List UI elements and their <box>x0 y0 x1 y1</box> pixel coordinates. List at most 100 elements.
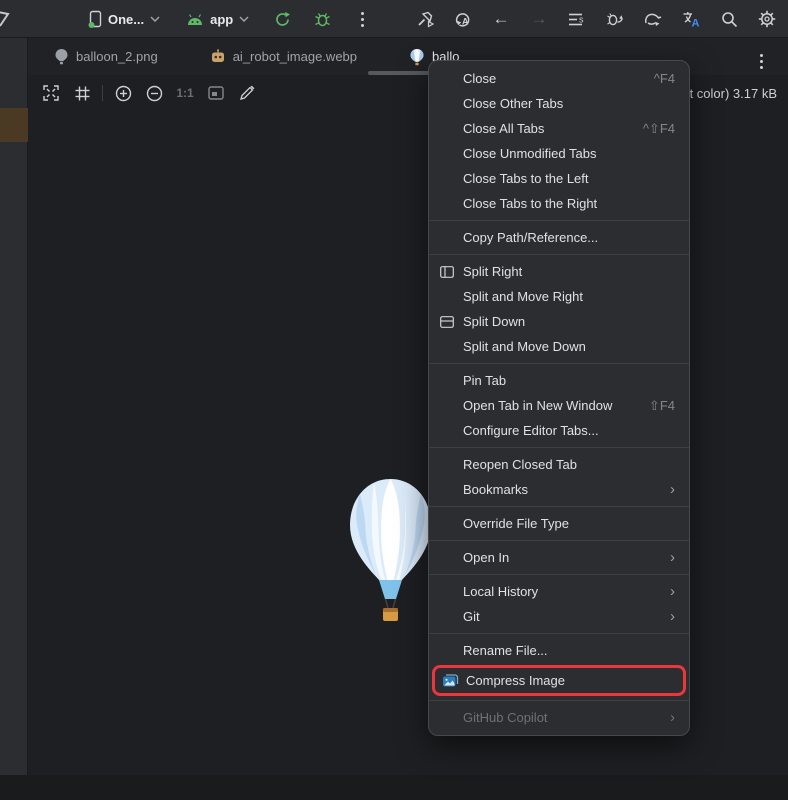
image-editor-toolbar: 1:1 <box>40 80 258 106</box>
menu-item-close-unmodified-tabs[interactable]: Close Unmodified Tabs <box>429 141 689 166</box>
menu-item-git[interactable]: Git › <box>429 604 689 629</box>
grid-toggle-button[interactable] <box>71 82 93 104</box>
menu-item-reopen-closed-tab[interactable]: Reopen Closed Tab <box>429 452 689 477</box>
fit-content-button[interactable] <box>40 82 62 104</box>
fit-window-icon <box>208 86 224 100</box>
tab-balloon-2-png[interactable]: balloon_2.png <box>28 38 184 75</box>
zoom-in-icon <box>115 85 132 102</box>
grid-icon <box>75 86 90 101</box>
menu-shortcut: ^F4 <box>654 71 675 86</box>
menu-shortcut: ^⇧F4 <box>643 121 675 137</box>
gradle-sync-button[interactable] <box>638 4 668 34</box>
tab-label: ai_robot_image.webp <box>233 49 357 64</box>
menu-item-bookmarks[interactable]: Bookmarks › <box>429 477 689 502</box>
pick-color-button[interactable] <box>236 82 258 104</box>
menu-item-close-other-tabs[interactable]: Close Other Tabs <box>429 91 689 116</box>
submenu-arrow-icon: › <box>670 550 675 565</box>
menu-item-split-right[interactable]: Split Right <box>429 259 689 284</box>
rerun-icon <box>274 11 291 28</box>
forward-button[interactable]: → <box>524 4 554 34</box>
menu-item-github-copilot: GitHub Copilot › <box>429 705 689 730</box>
apply-changes-button[interactable] <box>600 4 630 34</box>
tab-options-button[interactable] <box>746 46 776 76</box>
translate-icon: A <box>682 11 701 28</box>
menu-item-pin-tab[interactable]: Pin Tab <box>429 368 689 393</box>
menu-separator <box>429 506 689 507</box>
chevron-down-icon <box>239 16 249 22</box>
refresh-a-icon: A <box>454 11 472 28</box>
main-toolbar: One... app <box>0 0 788 38</box>
menu-item-close-tabs-left[interactable]: Close Tabs to the Left <box>429 166 689 191</box>
menu-shortcut: ⇧F4 <box>649 398 675 414</box>
menu-item-split-down[interactable]: Split Down <box>429 309 689 334</box>
more-run-options-button[interactable] <box>347 4 377 34</box>
translate-button[interactable]: A <box>676 4 706 34</box>
run-configuration-selector[interactable]: app <box>178 8 257 31</box>
robot-file-icon <box>210 49 226 64</box>
menu-item-configure-editor-tabs[interactable]: Configure Editor Tabs... <box>429 418 689 443</box>
settings-button[interactable] <box>752 4 782 34</box>
menu-item-open-tab-new-window[interactable]: Open Tab in New Window ⇧F4 <box>429 393 689 418</box>
rerun-button[interactable] <box>267 4 297 34</box>
submenu-arrow-icon: › <box>670 482 675 497</box>
menu-item-split-and-move-down[interactable]: Split and Move Down <box>429 334 689 359</box>
pencil-icon <box>239 85 255 101</box>
tab-ai-robot-image-webp[interactable]: ai_robot_image.webp <box>184 38 383 75</box>
toolbar-left-partial <box>0 0 16 38</box>
zoom-out-button[interactable] <box>143 82 165 104</box>
refresh-translations-button[interactable]: A <box>448 4 478 34</box>
menu-separator <box>429 447 689 448</box>
submenu-arrow-icon: › <box>670 710 675 725</box>
search-everywhere-button[interactable] <box>714 4 744 34</box>
submenu-arrow-icon: › <box>670 609 675 624</box>
svg-text:A: A <box>691 17 699 28</box>
kebab-menu-icon <box>752 54 770 69</box>
build-hammer-icon <box>416 11 434 28</box>
balloon-file-icon-color <box>409 48 425 66</box>
bug-refresh-icon <box>606 11 624 28</box>
actual-size-button[interactable]: 1:1 <box>174 82 196 104</box>
svg-text:s: s <box>579 14 584 24</box>
device-selector[interactable]: One... <box>80 6 168 32</box>
menu-item-close-all-tabs[interactable]: Close All Tabs ^⇧F4 <box>429 116 689 141</box>
tab-context-menu: Close ^F4 Close Other Tabs Close All Tab… <box>428 60 690 736</box>
toolbar-right-group: A ← → s <box>410 0 782 38</box>
debug-button[interactable] <box>307 4 337 34</box>
toolbar-separator <box>102 85 103 101</box>
menu-separator <box>429 574 689 575</box>
stripe-active-indicator[interactable] <box>0 108 28 142</box>
tool-window-stripe <box>0 38 28 775</box>
balloon-image <box>348 477 433 627</box>
zoom-in-button[interactable] <box>112 82 134 104</box>
menu-separator <box>429 633 689 634</box>
run-widgets-group: One... app <box>80 0 377 38</box>
run-list-button[interactable]: s <box>562 4 592 34</box>
menu-item-split-and-move-right[interactable]: Split and Move Right <box>429 284 689 309</box>
search-icon <box>721 11 738 28</box>
menu-item-close-tabs-right[interactable]: Close Tabs to the Right <box>429 191 689 216</box>
debug-bug-icon <box>314 11 331 28</box>
svg-text:A: A <box>462 16 469 26</box>
menu-item-close[interactable]: Close ^F4 <box>429 66 689 91</box>
build-button[interactable] <box>410 4 440 34</box>
menu-item-rename-file[interactable]: Rename File... <box>429 638 689 663</box>
split-down-icon <box>438 313 456 331</box>
menu-item-copy-path-reference[interactable]: Copy Path/Reference... <box>429 225 689 250</box>
partial-toolbar-icon <box>0 6 16 32</box>
fit-zoom-to-window-button[interactable] <box>205 82 227 104</box>
compress-image-icon <box>441 672 459 690</box>
fit-content-icon <box>43 85 59 101</box>
menu-separator <box>429 700 689 701</box>
menu-item-local-history[interactable]: Local History › <box>429 579 689 604</box>
menu-separator <box>429 363 689 364</box>
gradle-sync-icon <box>644 11 663 27</box>
forward-arrow-icon: → <box>531 9 548 29</box>
menu-item-override-file-type[interactable]: Override File Type <box>429 511 689 536</box>
zoom-out-icon <box>146 85 163 102</box>
back-button[interactable]: ← <box>486 4 516 34</box>
menu-item-compress-image[interactable]: Compress Image <box>435 668 683 693</box>
run-configuration-label: app <box>210 12 233 27</box>
menu-item-open-in[interactable]: Open In › <box>429 545 689 570</box>
tab-label: balloon_2.png <box>76 49 158 64</box>
image-info-text: t color) 3.17 kB <box>690 86 777 101</box>
